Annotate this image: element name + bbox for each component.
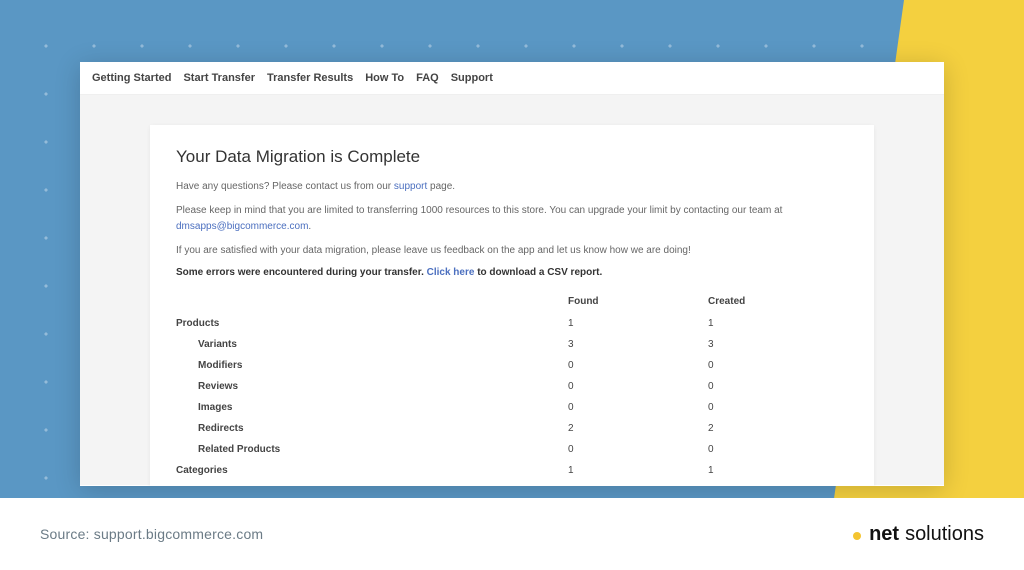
row-created-value: 0 xyxy=(708,439,848,460)
row-created-value: 0 xyxy=(708,376,848,397)
nav-start-transfer[interactable]: Start Transfer xyxy=(183,72,255,84)
row-created-value: 0 xyxy=(708,397,848,418)
row-found-value: 0 xyxy=(568,439,708,460)
results-table: Found Created Products11Variants33Modifi… xyxy=(176,290,848,486)
download-csv-link[interactable]: Click here xyxy=(427,267,475,278)
limit-paragraph: Please keep in mind that you are limited… xyxy=(176,203,848,235)
feedback-paragraph: If you are satisfied with your data migr… xyxy=(176,243,848,259)
table-row: Products11 xyxy=(176,313,848,334)
col-found-header: Found xyxy=(568,290,708,313)
brand-text-light: solutions xyxy=(905,523,984,546)
row-created-value: 1 xyxy=(708,313,848,334)
brand-dot-icon xyxy=(853,532,861,540)
row-found-value: 0 xyxy=(568,397,708,418)
limit-text-a: Please keep in mind that you are limited… xyxy=(176,205,782,216)
row-created-value: 3 xyxy=(708,334,848,355)
row-found-value: 3 xyxy=(568,334,708,355)
row-label: Redirects xyxy=(176,418,568,439)
brand-logo: net solutions xyxy=(853,523,984,546)
source-citation: Source: support.bigcommerce.com xyxy=(40,526,263,542)
nav-transfer-results[interactable]: Transfer Results xyxy=(267,72,353,84)
error-text-b: to download a CSV report. xyxy=(474,267,602,278)
upgrade-email-link[interactable]: dmsapps@bigcommerce.com xyxy=(176,221,308,232)
top-nav: Getting Started Start Transfer Transfer … xyxy=(80,62,944,95)
limit-text-b: . xyxy=(308,221,311,232)
footer-strip: Source: support.bigcommerce.com net solu… xyxy=(0,498,1024,570)
row-created-value: 2 xyxy=(708,418,848,439)
row-label: Images xyxy=(176,397,568,418)
table-row: Categories11 xyxy=(176,460,848,481)
row-created-value: 0 xyxy=(708,355,848,376)
slide-canvas: Getting Started Start Transfer Transfer … xyxy=(0,0,1024,570)
table-row: Reviews00 xyxy=(176,376,848,397)
row-created-value: 1 xyxy=(708,481,848,486)
contact-text-a: Have any questions? Please contact us fr… xyxy=(176,181,394,192)
page-title: Your Data Migration is Complete xyxy=(176,147,848,167)
row-found-value: 1 xyxy=(568,481,708,486)
error-text-a: Some errors were encountered during your… xyxy=(176,267,427,278)
row-label: Products xyxy=(176,313,568,334)
table-header-row: Found Created xyxy=(176,290,848,313)
nav-getting-started[interactable]: Getting Started xyxy=(92,72,171,84)
row-found-value: 1 xyxy=(568,460,708,481)
col-name-header xyxy=(176,290,568,313)
row-label: Reviews xyxy=(176,376,568,397)
row-label: Variants xyxy=(176,334,568,355)
table-row: Related Products00 xyxy=(176,439,848,460)
row-label: Modifiers xyxy=(176,355,568,376)
table-row: Images00 xyxy=(176,397,848,418)
contact-text-b: page. xyxy=(427,181,455,192)
app-window: Getting Started Start Transfer Transfer … xyxy=(80,62,944,486)
row-found-value: 0 xyxy=(568,355,708,376)
table-row: Modifiers00 xyxy=(176,355,848,376)
support-link[interactable]: support xyxy=(394,181,427,192)
col-created-header: Created xyxy=(708,290,848,313)
content-card: Your Data Migration is Complete Have any… xyxy=(150,125,874,486)
nav-support[interactable]: Support xyxy=(451,72,493,84)
brand-text-bold: net xyxy=(869,523,899,546)
row-found-value: 2 xyxy=(568,418,708,439)
row-label: Redirects xyxy=(176,481,568,486)
error-paragraph: Some errors were encountered during your… xyxy=(176,267,848,278)
app-body: Your Data Migration is Complete Have any… xyxy=(80,95,944,485)
table-row: Redirects11 xyxy=(176,481,848,486)
table-row: Redirects22 xyxy=(176,418,848,439)
row-found-value: 0 xyxy=(568,376,708,397)
nav-how-to[interactable]: How To xyxy=(365,72,404,84)
row-created-value: 1 xyxy=(708,460,848,481)
row-found-value: 1 xyxy=(568,313,708,334)
table-row: Variants33 xyxy=(176,334,848,355)
row-label: Categories xyxy=(176,460,568,481)
nav-faq[interactable]: FAQ xyxy=(416,72,439,84)
row-label: Related Products xyxy=(176,439,568,460)
contact-paragraph: Have any questions? Please contact us fr… xyxy=(176,179,848,195)
